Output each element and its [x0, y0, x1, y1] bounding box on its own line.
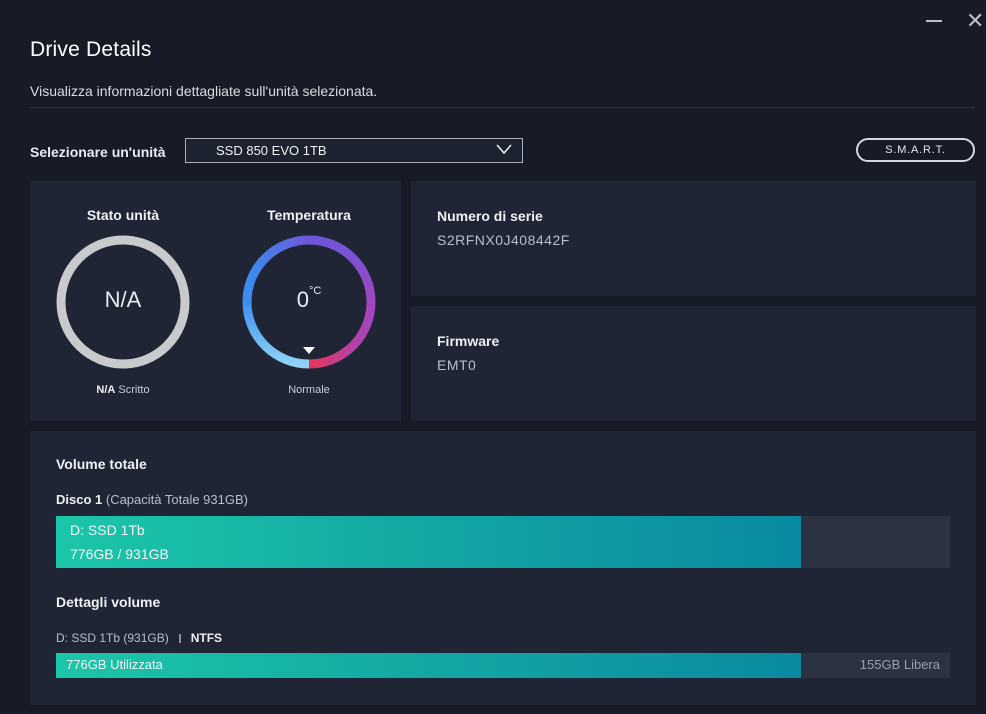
- filesystem-label: NTFS: [190, 631, 223, 645]
- used-label: 776GB Utilizzata: [66, 657, 163, 672]
- volume-usage-fill: 776GB Utilizzata: [56, 653, 801, 678]
- chevron-down-icon: [496, 144, 512, 155]
- drive-select[interactable]: SSD 850 EVO 1TB: [185, 138, 523, 163]
- free-label: 155GB Libera: [859, 657, 940, 672]
- firmware-panel: Firmware EMT0: [411, 306, 976, 421]
- separator: [178, 634, 181, 644]
- page-title: Drive Details: [30, 38, 152, 61]
- firmware-value: EMT0: [437, 357, 477, 373]
- volume-title: Volume totale: [56, 456, 147, 472]
- drive-select-label: Selezionare un'unità: [30, 144, 166, 160]
- volume-usage-bar: 776GB Utilizzata 155GB Libera: [56, 653, 950, 678]
- disk-usage-fill: D: SSD 1Tb 776GB / 931GB: [56, 516, 801, 568]
- drive-select-value: SSD 850 EVO 1TB: [216, 143, 327, 158]
- status-caption: N/A Scritto: [96, 384, 150, 396]
- minimize-icon: [926, 20, 942, 22]
- serial-value: S2RFNX0J408442F: [437, 232, 570, 248]
- temperature-value: 0°C: [296, 285, 322, 312]
- serial-label: Numero di serie: [437, 208, 543, 224]
- disk-usage-bar: D: SSD 1Tb 776GB / 931GB: [56, 516, 950, 568]
- partition-usage: 776GB / 931GB: [70, 546, 169, 562]
- minimize-button[interactable]: [926, 8, 944, 22]
- close-icon: ✕: [966, 8, 985, 33]
- firmware-label: Firmware: [437, 333, 500, 349]
- status-title: Stato unità: [86, 207, 160, 223]
- close-button[interactable]: ✕: [966, 10, 984, 32]
- disk-info: Disco 1 (Capacità Totale 931GB): [56, 492, 248, 507]
- status-value: N/A: [104, 287, 142, 312]
- volume-panel: Volume totale Disco 1 (Capacità Totale 9…: [30, 431, 976, 705]
- page-subtitle: Visualizza informazioni dettagliate sull…: [30, 83, 378, 99]
- partition-name: D: SSD 1Tb: [70, 522, 145, 538]
- smart-button[interactable]: S.M.A.R.T.: [856, 138, 975, 162]
- temperature-title: Temperatura: [267, 207, 351, 223]
- volume-details-title: Dettagli volume: [56, 594, 161, 610]
- temperature-marker: [303, 347, 315, 354]
- header-divider: [30, 107, 975, 108]
- temperature-caption: Normale: [288, 384, 330, 396]
- volume-details-info: D: SSD 1Tb (931GB) NTFS: [56, 631, 223, 645]
- serial-panel: Numero di serie S2RFNX0J408442F: [411, 181, 976, 296]
- status-panel: Stato unità N/A N/A Scritto Temperatura: [30, 181, 401, 421]
